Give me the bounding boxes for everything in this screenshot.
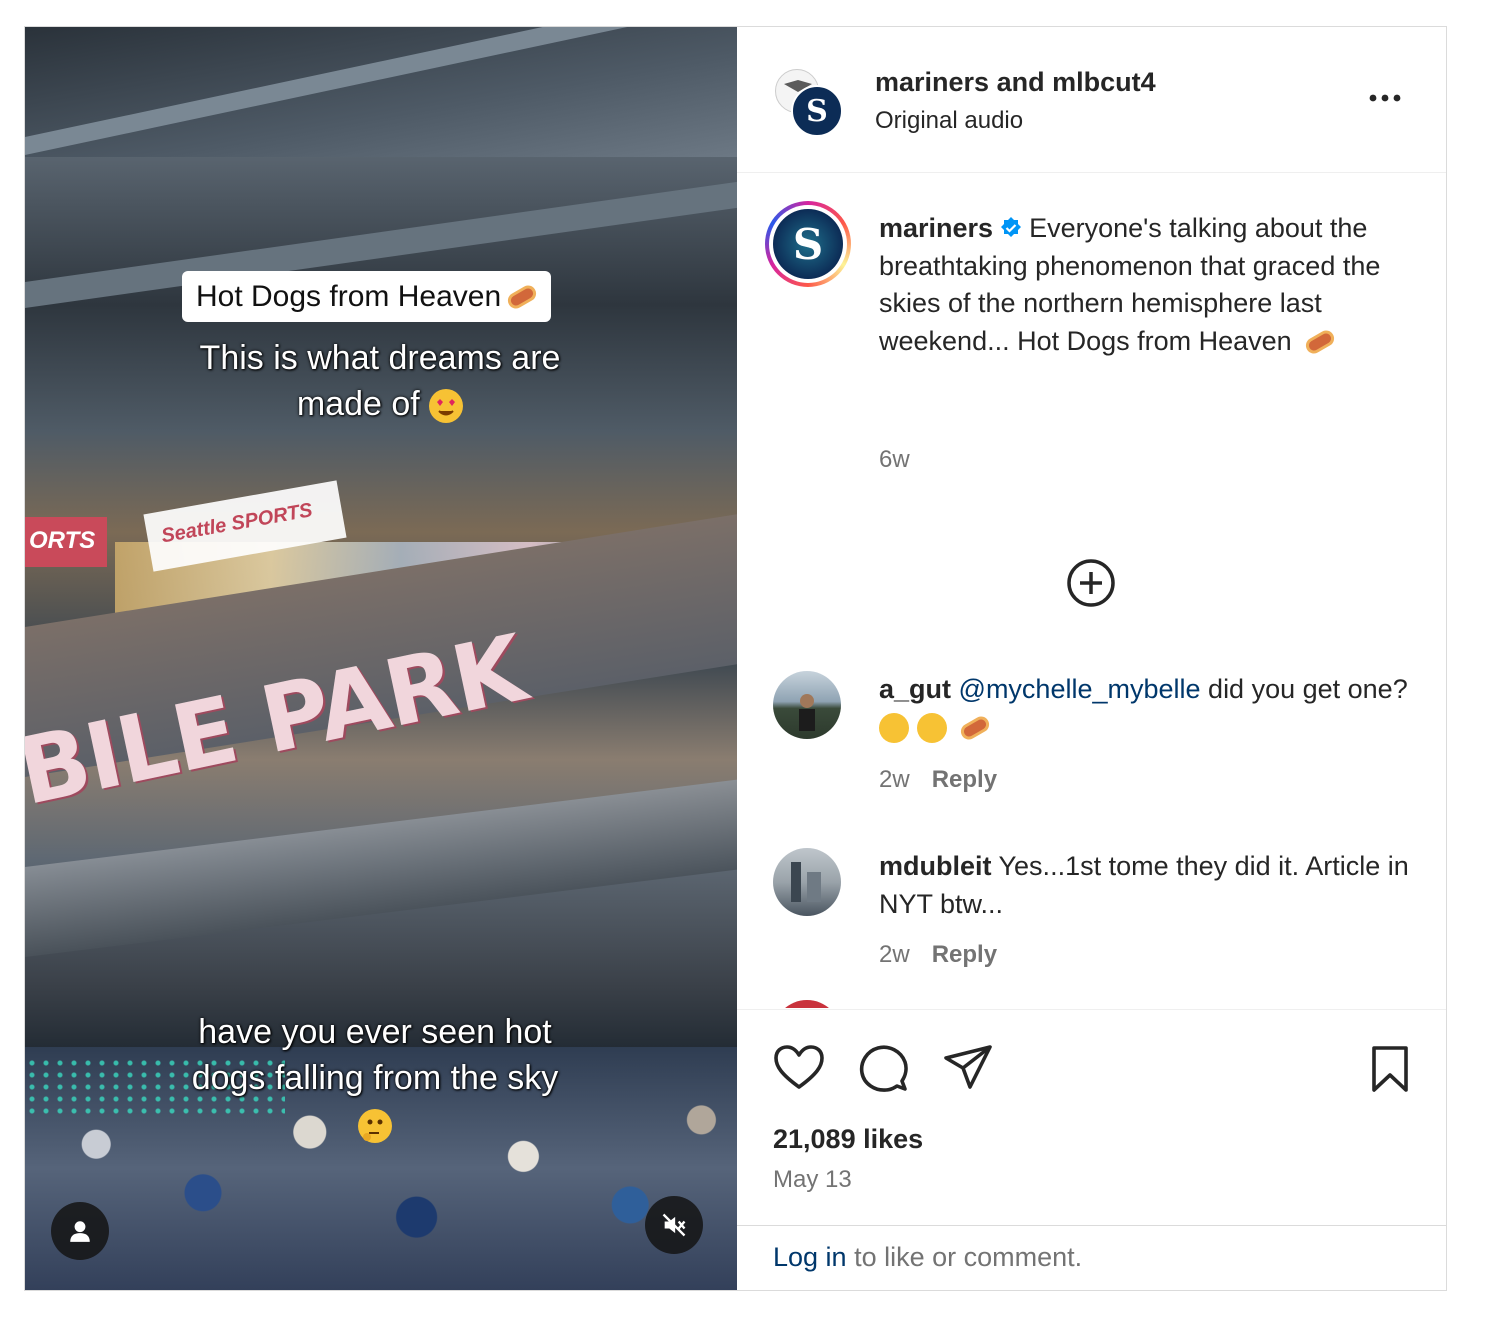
caption-sticker: Hot Dogs from Heaven: [182, 271, 552, 322]
post-header: S mariners and mlbcut4 Original audio: [737, 27, 1446, 173]
comment-username[interactable]: a_gut: [879, 674, 951, 704]
commenter-avatar[interactable]: [773, 848, 841, 916]
comments-list[interactable]: S mariners Everyone's talking about the b…: [737, 174, 1446, 1008]
load-more-comments-button[interactable]: [1065, 557, 1117, 609]
comment-timestamp[interactable]: 2w: [879, 766, 910, 793]
share-icon: [944, 1045, 992, 1089]
caption-timestamp[interactable]: 6w: [879, 446, 910, 474]
commenter-avatar[interactable]: [773, 1000, 841, 1008]
mariners-avatar[interactable]: S: [791, 85, 843, 137]
tagged-users-button[interactable]: [51, 1202, 109, 1260]
save-button[interactable]: [1362, 1040, 1418, 1096]
comment-icon: [859, 1045, 908, 1092]
post-date[interactable]: May 13: [773, 1166, 852, 1194]
verified-icon: [1001, 217, 1022, 237]
commenter-avatar[interactable]: [773, 671, 841, 739]
login-prompt: Log in to like or comment.: [737, 1225, 1446, 1290]
grinning-sweat-emoji-icon: [916, 713, 947, 744]
hotdog-emoji-icon: [1303, 327, 1338, 357]
login-link[interactable]: Log in: [773, 1242, 847, 1272]
hotdog-emoji-icon: [505, 282, 540, 311]
caption-username[interactable]: mariners: [879, 213, 993, 243]
comment-button[interactable]: [855, 1040, 911, 1096]
post-authors[interactable]: mariners and mlbcut4: [875, 67, 1156, 98]
video-caption-dreams: This is what dreams are made of: [199, 339, 561, 424]
reply-button[interactable]: Reply: [932, 941, 997, 968]
rolling-laughing-emoji-icon: [879, 713, 909, 744]
mariners-logo-icon: S: [806, 93, 828, 129]
like-count[interactable]: 21,089 likes: [773, 1124, 923, 1155]
mariners-logo-icon: S: [792, 219, 824, 269]
more-icon: [1369, 94, 1401, 102]
comment-text: did you get one?: [1208, 674, 1408, 704]
balcony-railing: [25, 779, 737, 957]
person-icon: [70, 1221, 90, 1242]
post-actions: 21,089 likes May 13: [737, 1009, 1446, 1225]
more-options-button[interactable]: [1365, 83, 1405, 113]
orts-sign: ORTS: [25, 517, 107, 567]
login-text: to like or comment.: [846, 1242, 1083, 1272]
bookmark-icon: [1372, 1046, 1408, 1092]
mute-toggle-button[interactable]: [645, 1196, 703, 1254]
reply-button[interactable]: Reply: [932, 766, 997, 793]
upper-deck: [25, 27, 737, 157]
collab-avatars[interactable]: S: [775, 69, 847, 141]
plus-circle-icon: [1067, 559, 1115, 607]
video-player[interactable]: ORTS Seattle SPORTS BILE PARK Hot Dogs f…: [25, 27, 737, 1290]
instagram-post: ORTS Seattle SPORTS BILE PARK Hot Dogs f…: [24, 26, 1447, 1291]
post-side-panel: S mariners and mlbcut4 Original audio S …: [737, 27, 1446, 1290]
comment-timestamp[interactable]: 2w: [879, 941, 910, 968]
comment-username[interactable]: mdubleit: [879, 851, 992, 881]
audio-link[interactable]: Original audio: [875, 107, 1023, 135]
video-caption-falling: have you ever seen hot dogs falling from…: [135, 1009, 615, 1147]
hotdog-emoji-icon: [958, 713, 993, 743]
like-button[interactable]: [771, 1040, 827, 1096]
caption-author-avatar[interactable]: S: [765, 201, 851, 287]
mute-icon: [662, 1213, 686, 1237]
comment-mention[interactable]: @mychelle_mybelle: [959, 674, 1201, 704]
heart-icon: [774, 1045, 824, 1089]
caption-sticker-text: Hot Dogs from Heaven: [196, 279, 502, 313]
share-button[interactable]: [940, 1040, 996, 1096]
post-caption: mariners Everyone's talking about the bre…: [879, 210, 1399, 360]
heart-eyes-emoji-icon: [429, 389, 464, 424]
thinking-emoji-icon: [358, 1109, 392, 1144]
